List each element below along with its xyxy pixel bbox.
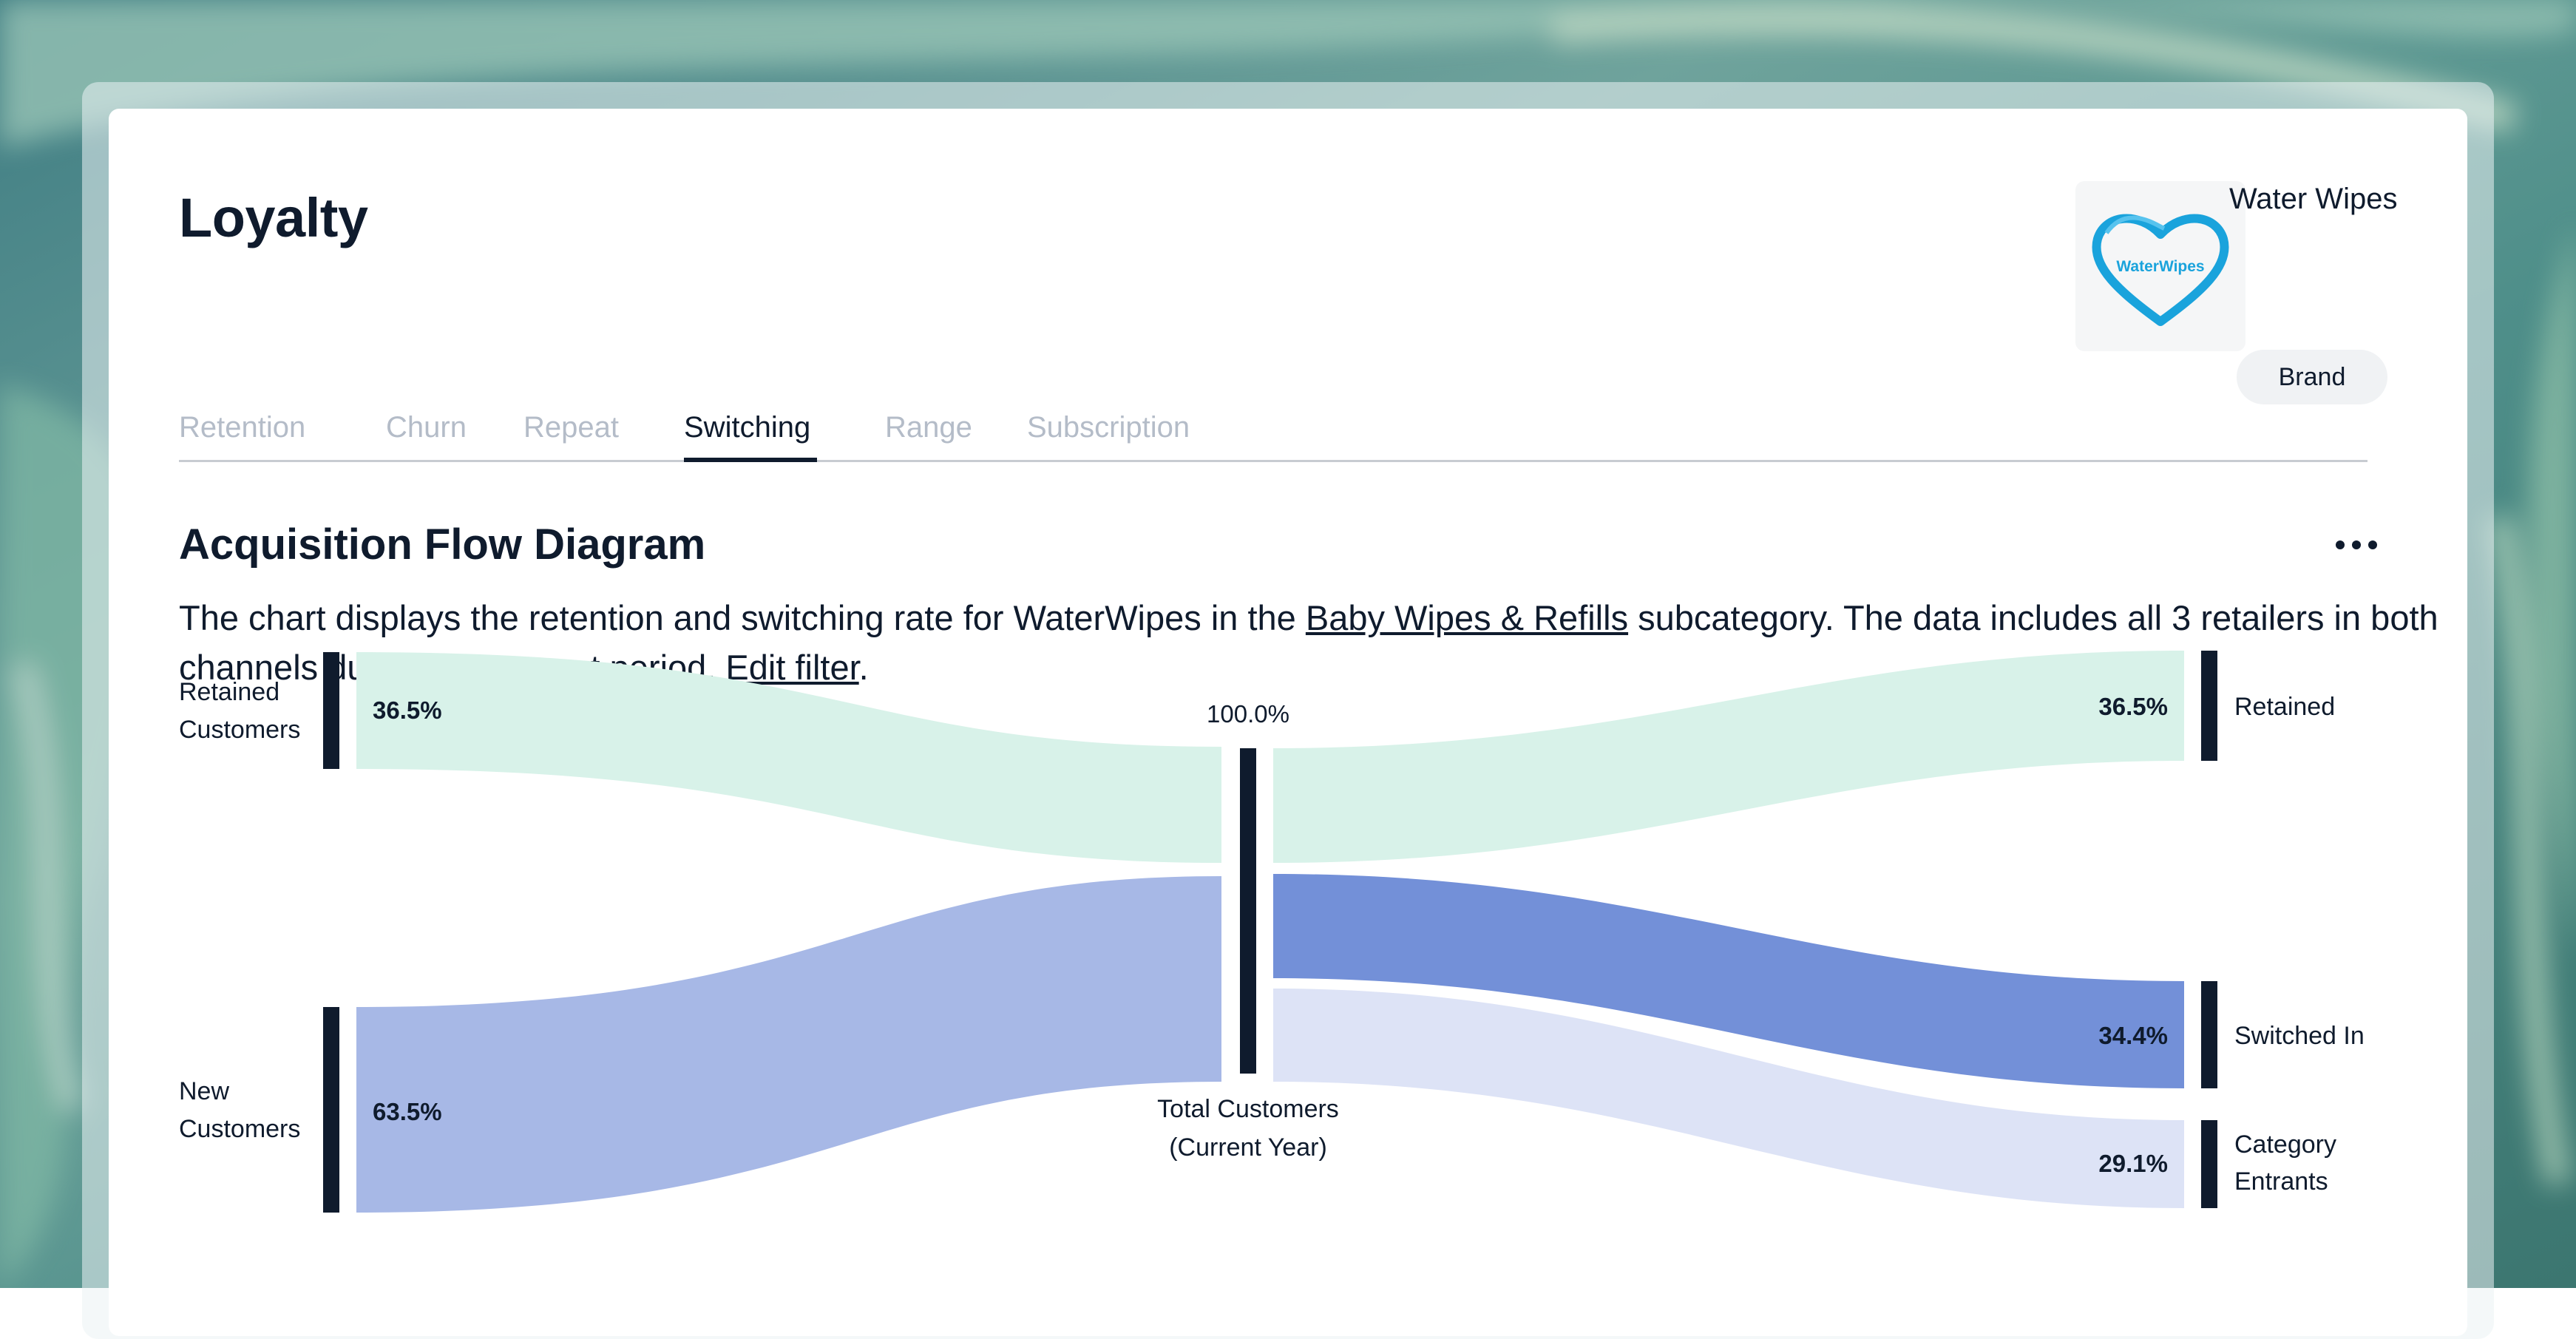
value-label-total-customers: 100.0%: [1207, 700, 1289, 728]
node-label-new-customers: New: [179, 1077, 229, 1105]
flow-ribbon-retained-customers: [356, 652, 1221, 863]
value-label-new-customers: 63.5%: [373, 1098, 442, 1125]
acquisition-flow-chart: Retained Customers New Customers 36.5% 6…: [179, 651, 2365, 1213]
node-bar-retained-customers: [323, 652, 339, 769]
node-bar-retained: [2201, 651, 2217, 761]
node-label-retained-customers: Retained: [179, 678, 279, 706]
node-label-category-entrants: Category: [2234, 1130, 2336, 1159]
node-label-total-customers-line2: (Current Year): [1169, 1133, 1327, 1162]
node-bar-new-customers: [323, 1007, 339, 1213]
flow-ribbon-retained: [1273, 651, 2184, 863]
node-label-total-customers: Total Customers: [1157, 1095, 1339, 1123]
node-label-new-customers-line2: Customers: [179, 1115, 300, 1143]
node-label-switched-in: Switched In: [2234, 1022, 2365, 1050]
node-label-retained: Retained: [2234, 693, 2335, 721]
value-label-retained-customers: 36.5%: [373, 696, 442, 724]
node-bar-total-customers: [1240, 748, 1256, 1074]
value-label-switched-in: 34.4%: [2098, 1022, 2168, 1049]
value-label-retained: 36.5%: [2098, 693, 2168, 720]
value-label-category-entrants: 29.1%: [2098, 1150, 2168, 1177]
flow-ribbon-new-customers: [356, 876, 1221, 1213]
node-label-category-entrants-line2: Entrants: [2234, 1167, 2328, 1196]
node-label-retained-customers-line2: Customers: [179, 716, 300, 744]
node-bar-switched-in: [2201, 981, 2217, 1088]
loyalty-card: Loyalty Retention Churn Repeat Switching…: [109, 109, 2467, 1336]
node-bar-category-entrants: [2201, 1120, 2217, 1208]
